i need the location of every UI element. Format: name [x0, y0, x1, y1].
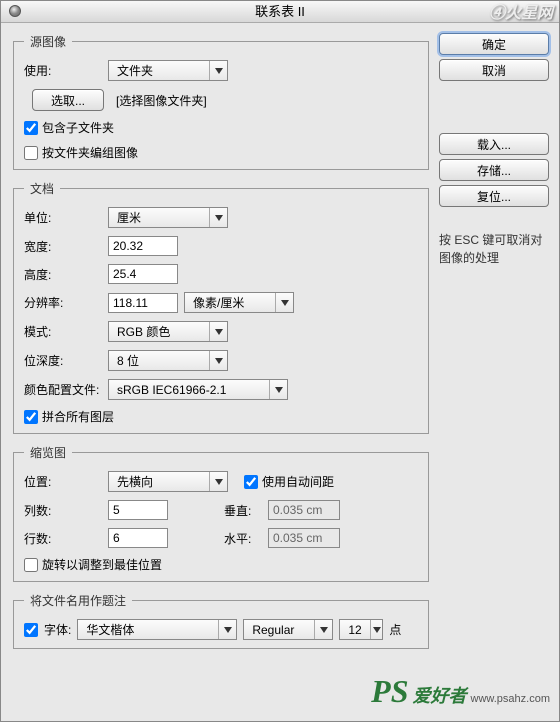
group-caption: 将文件名用作题注 字体: 华文楷体 Regular 12 — [13, 592, 429, 649]
select-profile[interactable]: sRGB IEC61966-2.1 — [108, 379, 288, 400]
chevron-down-icon — [209, 61, 227, 80]
select-use[interactable]: 文件夹 — [108, 60, 228, 81]
chevron-down-icon — [209, 351, 227, 370]
titlebar: 联系表 II ④火星网 — [1, 1, 559, 23]
load-button[interactable]: 载入... — [439, 133, 549, 155]
label-place: 位置: — [24, 473, 102, 490]
chevron-down-icon — [218, 620, 236, 639]
chevron-down-icon — [209, 322, 227, 341]
select-depth[interactable]: 8 位 — [108, 350, 228, 371]
input-height[interactable] — [108, 264, 178, 284]
ok-button[interactable]: 确定 — [439, 33, 549, 55]
cancel-button[interactable]: 取消 — [439, 59, 549, 81]
select-style-value: Regular — [244, 623, 314, 637]
select-unit[interactable]: 厘米 — [108, 207, 228, 228]
label-rotate: 旋转以调整到最佳位置 — [42, 556, 162, 573]
chevron-down-icon — [314, 620, 332, 639]
choose-hint: [选择图像文件夹] — [116, 92, 207, 109]
select-font-size[interactable]: 12 — [339, 619, 383, 640]
label-width: 宽度: — [24, 238, 102, 255]
input-width[interactable] — [108, 236, 178, 256]
label-flatten: 拼合所有图层 — [42, 408, 114, 425]
select-mode-value: RGB 颜色 — [109, 323, 209, 340]
select-res-unit[interactable]: 像素/厘米 — [184, 292, 294, 313]
label-font: 字体: — [44, 621, 71, 638]
input-cols[interactable] — [108, 500, 168, 520]
legend-source: 源图像 — [24, 33, 72, 50]
checkbox-include-sub[interactable] — [24, 121, 38, 135]
legend-thumbnail: 缩览图 — [24, 444, 72, 461]
chevron-down-icon — [209, 208, 227, 227]
watermark-top: ④火星网 — [489, 3, 553, 25]
chevron-down-icon — [209, 472, 227, 491]
label-auto-space: 使用自动间距 — [262, 473, 334, 490]
reset-button[interactable]: 复位... — [439, 185, 549, 207]
select-font-style[interactable]: Regular — [243, 619, 333, 640]
select-font-value: 华文楷体 — [78, 621, 218, 638]
label-group-folder: 按文件夹编组图像 — [42, 144, 138, 161]
hint-esc: 按 ESC 键可取消对图像的处理 — [439, 231, 549, 267]
chevron-down-icon — [269, 380, 287, 399]
select-use-value: 文件夹 — [109, 62, 209, 79]
label-vert: 垂直: — [224, 502, 260, 519]
label-height: 高度: — [24, 266, 102, 283]
input-resolution[interactable] — [108, 293, 178, 313]
select-depth-value: 8 位 — [109, 352, 209, 369]
chevron-down-icon — [370, 620, 383, 639]
select-mode[interactable]: RGB 颜色 — [108, 321, 228, 342]
save-button[interactable]: 存储... — [439, 159, 549, 181]
label-depth: 位深度: — [24, 352, 102, 369]
close-button[interactable] — [9, 5, 21, 17]
label-use: 使用: — [24, 62, 102, 79]
group-source: 源图像 使用: 文件夹 选取... [选择图像文件夹] 包含子文件夹 — [13, 33, 429, 170]
select-size-value: 12 — [340, 623, 369, 637]
select-place[interactable]: 先横向 — [108, 471, 228, 492]
legend-caption: 将文件名用作题注 — [24, 592, 132, 609]
label-pt: 点 — [389, 621, 401, 638]
select-res-unit-value: 像素/厘米 — [185, 294, 275, 311]
window-title: 联系表 II — [255, 4, 305, 19]
group-thumbnail: 缩览图 位置: 先横向 使用自动间距 列数: 垂直 — [13, 444, 429, 582]
choose-button[interactable]: 选取... — [32, 89, 104, 111]
label-include-sub: 包含子文件夹 — [42, 119, 114, 136]
select-profile-value: sRGB IEC61966-2.1 — [109, 383, 269, 397]
select-font[interactable]: 华文楷体 — [77, 619, 237, 640]
checkbox-group-folder[interactable] — [24, 146, 38, 160]
label-mode: 模式: — [24, 323, 102, 340]
legend-document: 文档 — [24, 180, 60, 197]
value-vert: 0.035 cm — [268, 500, 340, 520]
label-profile: 颜色配置文件: — [24, 381, 102, 398]
label-unit: 单位: — [24, 209, 102, 226]
chevron-down-icon — [275, 293, 293, 312]
checkbox-flatten[interactable] — [24, 410, 38, 424]
label-resolution: 分辨率: — [24, 294, 102, 311]
label-cols: 列数: — [24, 502, 102, 519]
checkbox-caption[interactable] — [24, 623, 38, 637]
select-unit-value: 厘米 — [109, 209, 209, 226]
group-document: 文档 单位: 厘米 宽度: 高度: 分辨率: — [13, 180, 429, 434]
select-place-value: 先横向 — [109, 473, 209, 490]
label-rows: 行数: — [24, 530, 102, 547]
input-rows[interactable] — [108, 528, 168, 548]
value-horz: 0.035 cm — [268, 528, 340, 548]
label-horz: 水平: — [224, 530, 260, 547]
checkbox-auto-space[interactable] — [244, 475, 258, 489]
checkbox-rotate[interactable] — [24, 558, 38, 572]
